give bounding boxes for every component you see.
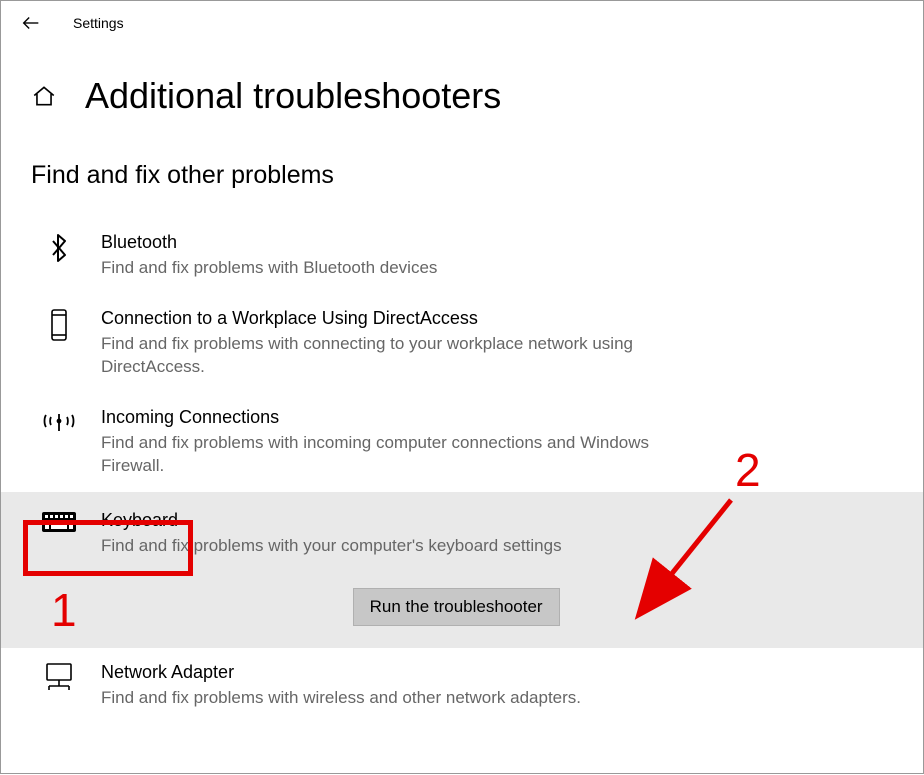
item-desc: Find and fix problems with connecting to…: [101, 333, 681, 379]
item-title: Incoming Connections: [101, 407, 681, 428]
back-arrow-icon[interactable]: [19, 11, 43, 35]
troubleshooter-item-bluetooth[interactable]: Bluetooth Find and fix problems with Blu…: [1, 218, 923, 294]
keyboard-icon: [41, 510, 77, 534]
item-desc: Find and fix problems with your computer…: [101, 535, 562, 558]
home-icon[interactable]: [31, 83, 57, 109]
troubleshooter-item-incoming[interactable]: Incoming Connections Find and fix proble…: [1, 393, 923, 492]
titlebar: Settings: [1, 1, 923, 45]
item-title: Bluetooth: [101, 232, 437, 253]
run-troubleshooter-button[interactable]: Run the troubleshooter: [353, 588, 560, 626]
app-title: Settings: [73, 15, 124, 31]
page-header: Additional troubleshooters: [1, 45, 923, 137]
workplace-icon: [41, 308, 77, 342]
item-desc: Find and fix problems with wireless and …: [101, 687, 581, 710]
troubleshooter-item-network-adapter[interactable]: Network Adapter Find and fix problems wi…: [1, 648, 923, 724]
item-desc: Find and fix problems with Bluetooth dev…: [101, 257, 437, 280]
item-title: Connection to a Workplace Using DirectAc…: [101, 308, 681, 329]
item-title: Keyboard: [101, 510, 562, 531]
item-title: Network Adapter: [101, 662, 581, 683]
network-adapter-icon: [41, 662, 77, 692]
troubleshooter-item-directaccess[interactable]: Connection to a Workplace Using DirectAc…: [1, 294, 923, 393]
incoming-connections-icon: [41, 407, 77, 437]
item-desc: Find and fix problems with incoming comp…: [101, 432, 681, 478]
troubleshooter-item-keyboard[interactable]: Keyboard Find and fix problems with your…: [1, 492, 923, 648]
section-heading: Find and fix other problems: [1, 137, 923, 218]
troubleshooter-list: Bluetooth Find and fix problems with Blu…: [1, 218, 923, 724]
page-title: Additional troubleshooters: [85, 75, 501, 117]
bluetooth-icon: [41, 232, 77, 264]
